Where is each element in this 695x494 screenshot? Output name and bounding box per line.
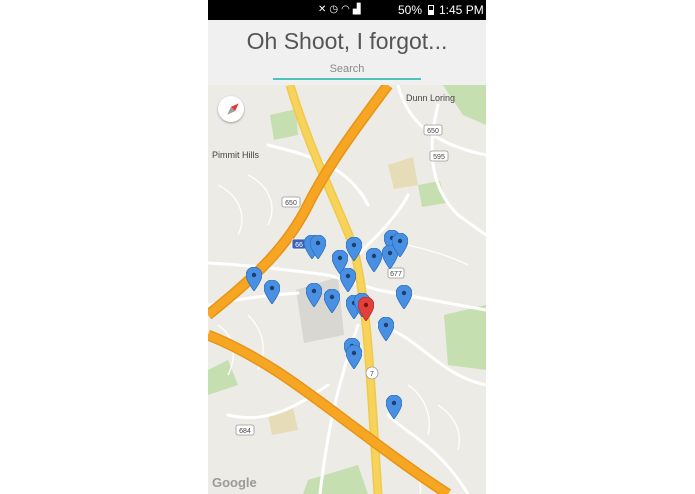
battery-percentage: 50% xyxy=(398,3,423,17)
map-marker-blue[interactable] xyxy=(392,233,408,257)
status-icons: ✕ ◷ ◠ ▟ xyxy=(318,3,361,17)
status-time: 1:45 PM xyxy=(439,3,484,17)
compass-icon[interactable] xyxy=(218,96,244,122)
map-marker-blue[interactable] xyxy=(310,235,326,259)
map-marker-blue[interactable] xyxy=(346,345,362,369)
route-shield-650-east: 650 xyxy=(427,128,439,135)
map-marker-blue[interactable] xyxy=(246,267,262,291)
map-marker-blue[interactable] xyxy=(366,248,382,272)
mute-icon: ✕ xyxy=(318,4,327,15)
phone-screen: ✕ ◷ ◠ ▟ 50% 1:45 PM Oh Shoot, I forgot..… xyxy=(208,0,486,494)
map-marker-blue[interactable] xyxy=(346,237,362,261)
app-title: Oh Shoot, I forgot... xyxy=(246,28,448,54)
wifi-icon: ◠ xyxy=(341,4,350,15)
route-shield-595: 595 xyxy=(433,154,445,161)
place-label-pimmit-hills: Pimmit Hills xyxy=(212,150,259,160)
place-label-dunn-loring: Dunn Loring xyxy=(406,93,456,103)
route-shield-66: 66 xyxy=(295,242,303,249)
map-view[interactable]: 650 650 595 66 677 7 684 Dunn Loring Pim… xyxy=(208,85,486,494)
alarm-icon: ◷ xyxy=(329,4,339,15)
map-marker-blue[interactable] xyxy=(306,283,322,307)
route-shield-650: 650 xyxy=(285,200,297,207)
map-marker-blue[interactable] xyxy=(396,285,412,309)
route-shield-684: 684 xyxy=(239,428,251,435)
app-header: Oh Shoot, I forgot... xyxy=(208,20,486,85)
map-marker-blue[interactable] xyxy=(386,395,402,419)
battery-icon xyxy=(428,5,434,15)
route-shield-7: 7 xyxy=(370,371,374,378)
map-marker-blue[interactable] xyxy=(378,317,394,341)
map-marker-blue[interactable] xyxy=(264,280,280,304)
google-logo: Google xyxy=(212,475,257,490)
search-input[interactable] xyxy=(273,60,421,80)
map-marker-blue[interactable] xyxy=(340,268,356,292)
map-marker-blue[interactable] xyxy=(324,289,340,313)
signal-icon: ▟ xyxy=(352,4,361,15)
map-marker-red[interactable] xyxy=(358,297,374,321)
route-shield-677: 677 xyxy=(390,271,402,278)
status-bar: ✕ ◷ ◠ ▟ 50% 1:45 PM xyxy=(208,0,486,20)
